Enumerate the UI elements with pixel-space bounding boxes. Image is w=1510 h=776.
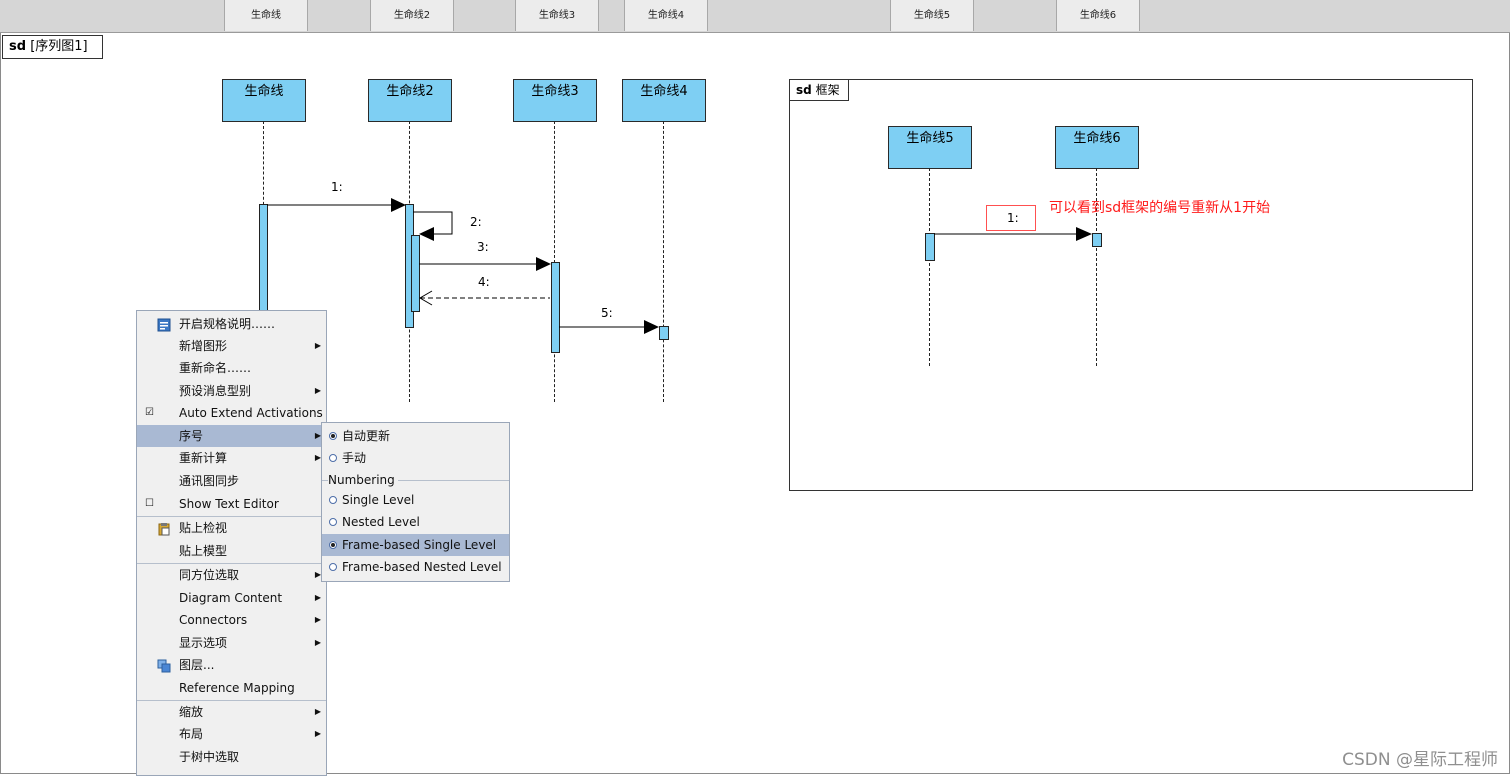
spec-doc-icon [157,317,171,332]
menu-item-label: Connectors [179,613,248,627]
annotation-note: 可以看到sd框架的编号重新从1开始 [1049,200,1271,216]
menu-item-layers[interactable]: 图层... [137,654,326,676]
context-menu: 开启规格说明…… 新增图形 ▶ 重新命名…… 预设消息型别 ▶ ☑ Auto E… [136,310,327,776]
submenu-item-label: 手动 [342,451,367,465]
menu-item-select-same-direction[interactable]: 同方位选取 ▶ [137,564,326,586]
submenu-item-label: 自动更新 [342,429,391,443]
menu-item-label: 布局 [179,727,204,741]
menu-item-label: Reference Mapping [179,681,295,695]
radio-unselected-icon [329,518,337,526]
submenu-item-nested-level[interactable]: Nested Level [322,511,509,533]
submenu-item-label: Frame-based Single Level [342,538,497,552]
radio-selected-icon [329,541,337,549]
menu-item-label: Show Text Editor [179,497,279,511]
submenu-arrow-icon: ▶ [314,729,321,738]
menu-item-sequence-number[interactable]: 序号 ▶ [137,425,326,447]
menu-item-layout[interactable]: 布局 ▶ [137,723,326,745]
submenu-item-frame-based-nested-level[interactable]: Frame-based Nested Level [322,556,509,578]
menu-item-diagram-content[interactable]: Diagram Content ▶ [137,587,326,609]
menu-item-label: Auto Extend Activations [179,406,323,420]
menu-item-show-text-editor[interactable]: ☐ Show Text Editor [137,493,326,515]
submenu-item-label: Nested Level [342,515,420,529]
radio-selected-icon [329,432,337,440]
menu-item-label: 贴上模型 [179,544,228,558]
menu-item-select-in-tree[interactable]: 于树中选取 [137,746,326,768]
submenu-item-label: Frame-based Nested Level [342,560,502,574]
radio-unselected-icon [329,496,337,504]
menu-item-label: 开启规格说明…… [179,317,276,331]
menu-item-communication-sync[interactable]: 通讯图同步 [137,470,326,492]
submenu-arrow-icon: ▶ [314,341,321,350]
radio-unselected-icon [329,454,337,462]
submenu-arrow-icon: ▶ [314,386,321,395]
menu-item-zoom[interactable]: 缩放 ▶ [137,701,326,723]
menu-item-paste-view[interactable]: 贴上检视 [137,517,326,539]
submenu-arrow-icon: ▶ [314,707,321,716]
radio-unselected-icon [329,563,337,571]
submenu-item-frame-based-single-level[interactable]: Frame-based Single Level [322,534,509,556]
frame-message-1-arrowhead [1076,227,1092,241]
submenu-arrow-icon: ▶ [314,593,321,602]
menu-item-label: 重新计算 [179,451,228,465]
menu-item-reference-mapping[interactable]: Reference Mapping [137,677,326,699]
submenu-item-manual[interactable]: 手动 [322,447,509,469]
layers-icon [157,658,171,673]
menu-item-label: 预设消息型别 [179,384,252,398]
menu-item-label: 于树中选取 [179,750,240,764]
clipboard-icon [157,521,171,536]
submenu-arrow-icon: ▶ [314,638,321,647]
menu-item-auto-extend-activations[interactable]: ☑ Auto Extend Activations [137,402,326,424]
checkbox-checked-icon: ☑ [145,407,154,418]
menu-item-display-options[interactable]: 显示选项 ▶ [137,632,326,654]
menu-item-label: 通讯图同步 [179,474,240,488]
menu-item-connectors[interactable]: Connectors ▶ [137,609,326,631]
numbering-group-label: Numbering [328,473,398,487]
submenu-item-single-level[interactable]: Single Level [322,489,509,511]
menu-item-label: 重新命名…… [179,361,252,375]
frame-message-1-label[interactable]: 1: [1007,211,1019,225]
menu-item-default-message-type[interactable]: 预设消息型别 ▶ [137,380,326,402]
submenu-arrow-icon: ▶ [314,615,321,624]
menu-item-label: Diagram Content [179,591,283,605]
menu-item-label: 缩放 [179,705,204,719]
numbering-submenu: 自动更新 手动 Numbering Single Level Nested Le… [321,422,510,582]
menu-item-recalculate[interactable]: 重新计算 ▶ [137,447,326,469]
menu-item-label: 图层... [179,658,215,672]
menu-item-label: 显示选项 [179,636,228,650]
menu-item-label: 同方位选取 [179,568,240,582]
checkbox-unchecked-icon: ☐ [145,498,154,509]
submenu-item-auto-update[interactable]: 自动更新 [322,425,509,447]
menu-item-rename[interactable]: 重新命名…… [137,357,326,379]
menu-item-label: 贴上检视 [179,521,228,535]
menu-item-label: 新增图形 [179,339,228,353]
menu-item-open-spec[interactable]: 开启规格说明…… [137,313,326,335]
menu-item-label: 序号 [179,429,204,443]
watermark: CSDN @星际工程师 [1342,750,1498,770]
menu-item-new-shape[interactable]: 新增图形 ▶ [137,335,326,357]
menu-item-paste-model[interactable]: 贴上模型 [137,540,326,562]
submenu-item-label: Single Level [342,493,415,507]
